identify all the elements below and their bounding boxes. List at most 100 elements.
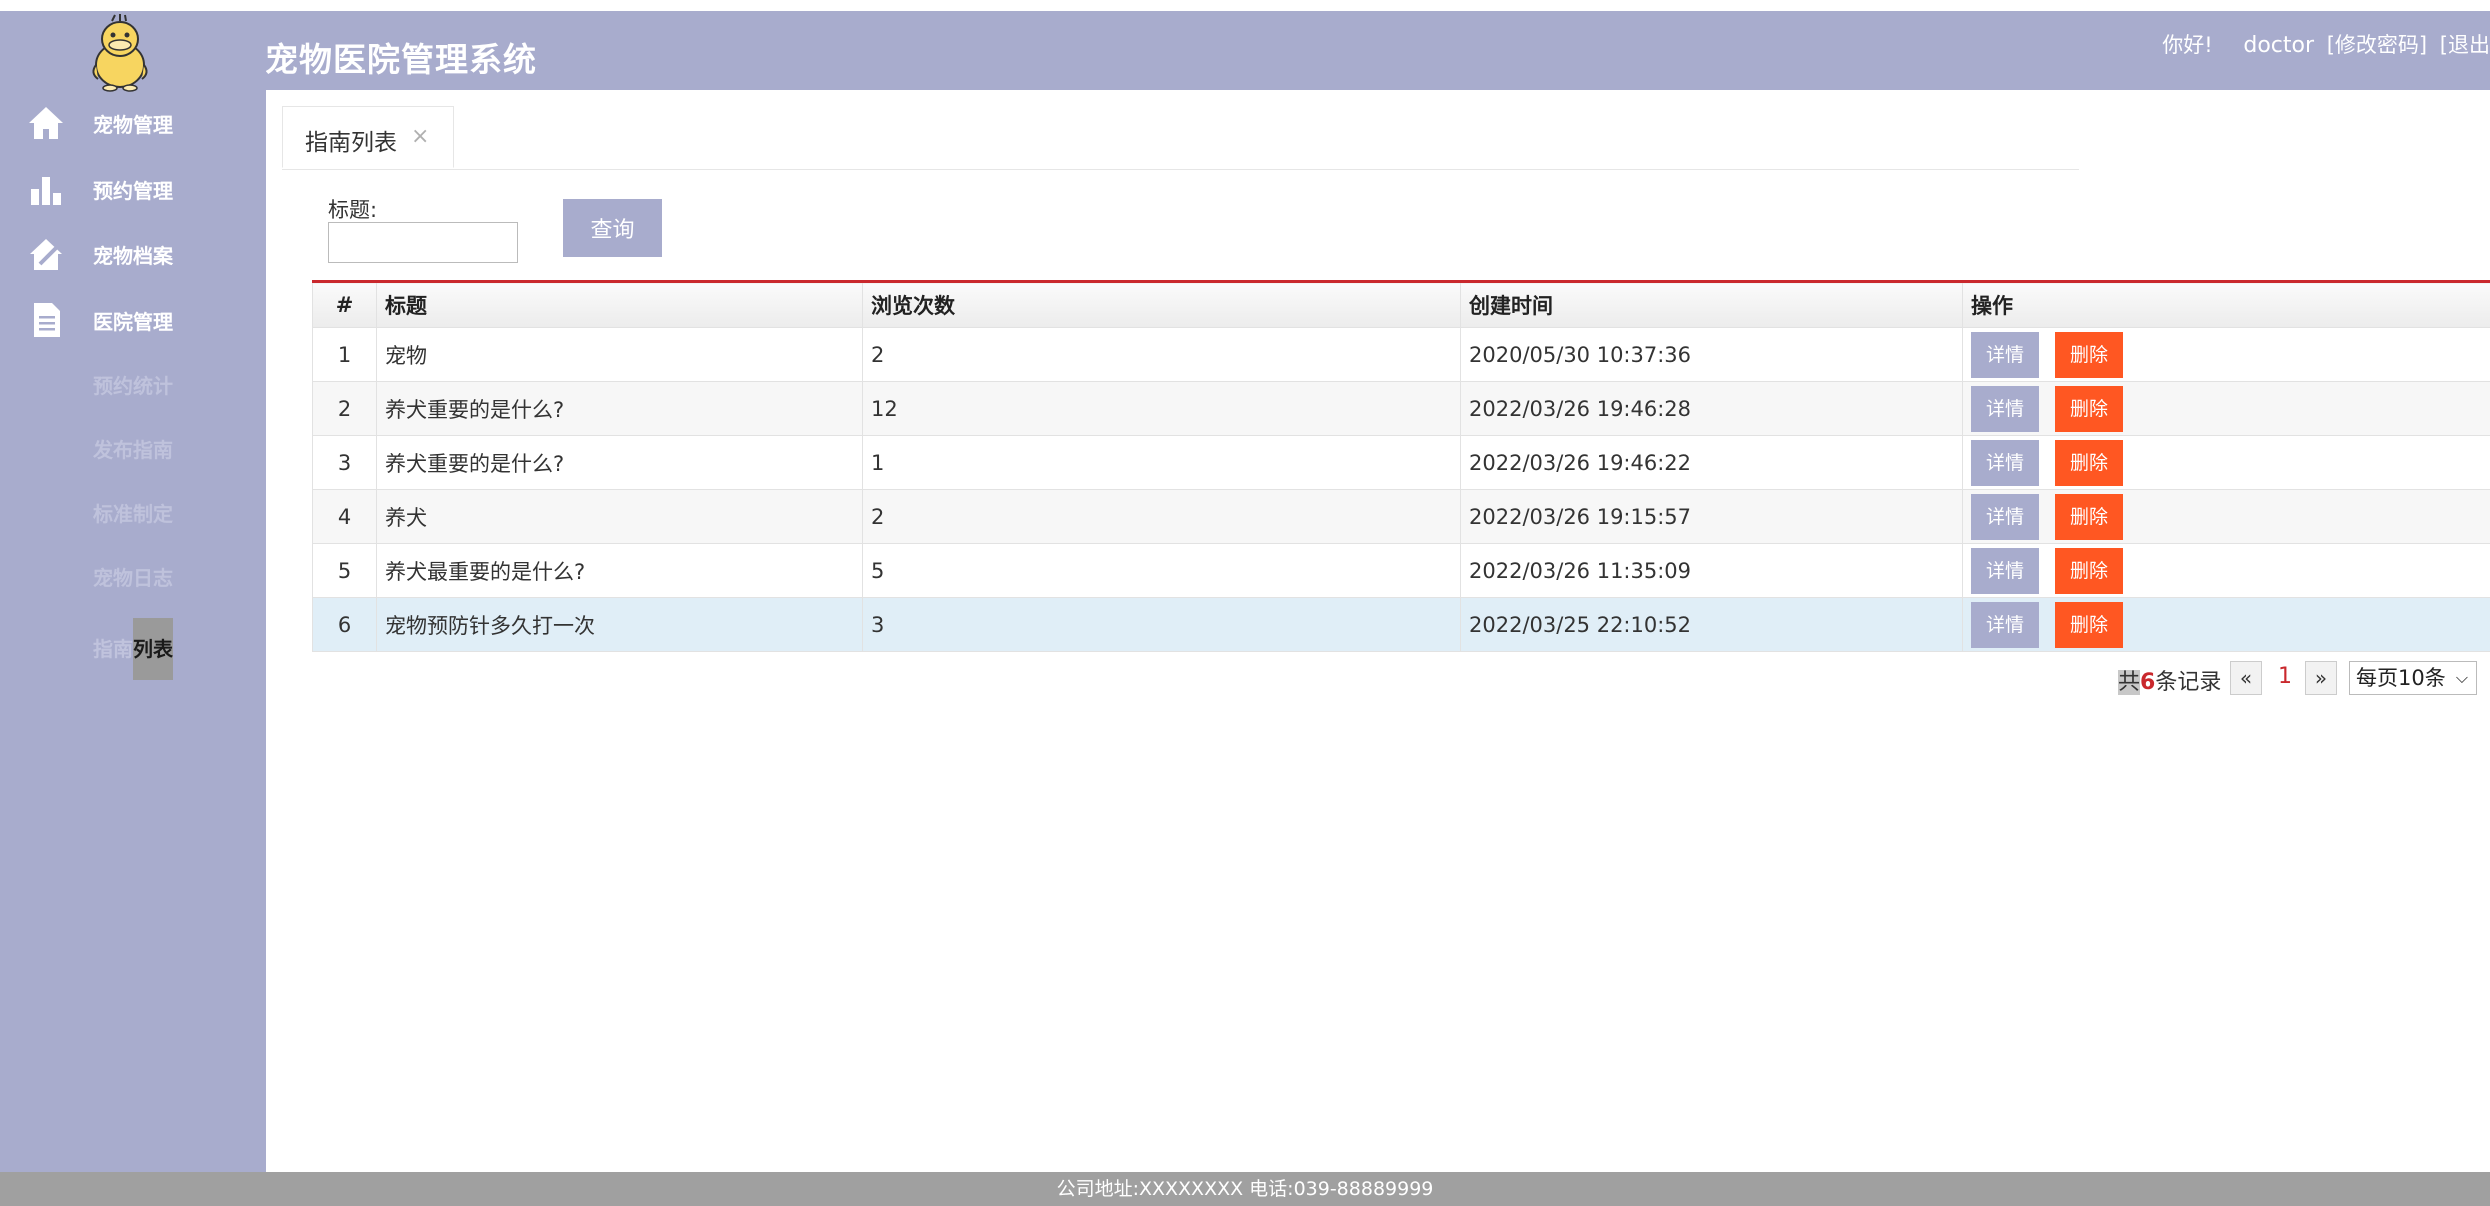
delete-button[interactable]: 删除: [2055, 385, 2123, 432]
detail-button[interactable]: 详情: [1971, 331, 2039, 378]
table-row[interactable]: 4 养犬 2 2022/03/26 19:15:57 详情 删除: [312, 489, 2490, 544]
pager-prefix: 共: [2118, 670, 2141, 695]
row-title: 养犬: [376, 489, 863, 544]
current-page[interactable]: 1: [2278, 664, 2292, 689]
pager-suffix: 条记录: [2155, 670, 2222, 695]
header: 宠物医院管理系统 你好! doctor [修改密码] [退出: [0, 11, 2490, 90]
row-title: 养犬重要的是什么?: [376, 381, 863, 436]
row-number: 5: [312, 543, 377, 598]
row-actions: 详情 删除: [1962, 543, 2490, 598]
document-icon: [34, 303, 60, 337]
row-created: 2022/03/25 22:10:52: [1460, 597, 1963, 652]
chevron-down-icon: ⌵: [2455, 668, 2468, 687]
change-password-link[interactable]: [修改密码]: [2327, 33, 2427, 57]
sidebar-item-pet-management[interactable]: 宠物管理: [0, 93, 266, 149]
next-page-button[interactable]: »: [2305, 661, 2337, 695]
row-number: 1: [312, 327, 377, 382]
sidebar-item-pet-records[interactable]: 宠物档案: [0, 224, 266, 280]
user-bar: 你好! doctor [修改密码] [退出: [2156, 29, 2490, 59]
logout-link[interactable]: [退出: [2440, 33, 2490, 57]
guide-table: # 标题 浏览次数 创建时间 操作 1 宠物 2 2020/05/30 10:3…: [312, 280, 2490, 652]
top-strip: [0, 0, 2490, 11]
sidebar-item-hospital-management[interactable]: 医院管理: [0, 290, 266, 346]
sidebar-subitem-highlight: 列表: [133, 618, 173, 680]
search-title-input[interactable]: [328, 222, 518, 263]
close-icon[interactable]: ×: [411, 124, 429, 149]
sidebar-item-appointment-management[interactable]: 预约管理: [0, 159, 266, 215]
row-title: 宠物预防针多久打一次: [376, 597, 863, 652]
row-created: 2020/05/30 10:37:36: [1460, 327, 1963, 382]
row-actions: 详情 删除: [1962, 489, 2490, 544]
greeting: 你好!: [2162, 33, 2213, 57]
duck-logo-icon: [92, 14, 148, 92]
table-row[interactable]: 2 养犬重要的是什么? 12 2022/03/26 19:46:28 详情 删除: [312, 381, 2490, 436]
table-row[interactable]: 3 养犬重要的是什么? 1 2022/03/26 19:46:22 详情 删除: [312, 435, 2490, 490]
row-actions: 详情 删除: [1962, 435, 2490, 490]
row-views: 2: [862, 489, 1461, 544]
row-views: 1: [862, 435, 1461, 490]
delete-button[interactable]: 删除: [2055, 493, 2123, 540]
username: doctor: [2243, 33, 2315, 58]
delete-button[interactable]: 删除: [2055, 601, 2123, 648]
sidebar-subitem-appointment-stats[interactable]: 预约统计: [93, 370, 173, 399]
sidebar-subitem-pet-log[interactable]: 宠物日志: [93, 562, 173, 591]
row-number: 4: [312, 489, 377, 544]
column-header: 标题: [376, 281, 863, 328]
detail-button[interactable]: 详情: [1971, 385, 2039, 432]
sidebar-item-label: 预约管理: [93, 179, 173, 203]
sidebar-subitem-guide-list[interactable]: 指南列表: [93, 618, 173, 680]
sidebar-subitem-publish-guide[interactable]: 发布指南: [93, 434, 173, 463]
detail-button[interactable]: 详情: [1971, 547, 2039, 594]
row-views: 3: [862, 597, 1461, 652]
pager-total: 共6条记录: [2118, 664, 2221, 696]
column-header: 浏览次数: [862, 281, 1461, 328]
row-created: 2022/03/26 11:35:09: [1460, 543, 1963, 598]
delete-button[interactable]: 删除: [2055, 439, 2123, 486]
detail-button[interactable]: 详情: [1971, 439, 2039, 486]
row-views: 2: [862, 327, 1461, 382]
pager-count: 6: [2140, 670, 2156, 695]
row-number: 3: [312, 435, 377, 490]
search-title-label: 标题:: [328, 198, 378, 222]
sidebar-item-label: 医院管理: [93, 310, 173, 334]
page-size-select[interactable]: 每页10条 ⌵: [2349, 661, 2477, 695]
delete-button[interactable]: 删除: [2055, 547, 2123, 594]
page-size-value: 每页10条: [2356, 666, 2446, 690]
home-icon: [29, 107, 63, 139]
detail-button[interactable]: 详情: [1971, 601, 2039, 648]
tab-guide-list[interactable]: 指南列表 ×: [282, 106, 454, 168]
prev-page-button[interactable]: «: [2230, 661, 2262, 695]
delete-button[interactable]: 删除: [2055, 331, 2123, 378]
bar-chart-icon: [31, 177, 61, 205]
footer: 公司地址:XXXXXXXX 电话:039-88889999: [0, 1172, 2490, 1206]
row-title: 养犬最重要的是什么?: [376, 543, 863, 598]
sidebar-item-label: 宠物档案: [93, 244, 173, 268]
sidebar: 宠物管理 预约管理 宠物档案 医院管理 预约统计 发布指南 标准制定 宠物日志 …: [0, 11, 266, 1172]
sidebar-subitem-standards[interactable]: 标准制定: [93, 498, 173, 527]
row-actions: 详情 删除: [1962, 327, 2490, 382]
row-number: 6: [312, 597, 377, 652]
table-row[interactable]: 1 宠物 2 2020/05/30 10:37:36 详情 删除: [312, 327, 2490, 382]
row-actions: 详情 删除: [1962, 597, 2490, 652]
row-created: 2022/03/26 19:46:28: [1460, 381, 1963, 436]
table-row[interactable]: 6 宠物预防针多久打一次 3 2022/03/25 22:10:52 详情 删除: [312, 597, 2490, 652]
column-header: 创建时间: [1460, 281, 1963, 328]
sidebar-item-label: 宠物管理: [93, 113, 173, 137]
row-number: 2: [312, 381, 377, 436]
detail-button[interactable]: 详情: [1971, 493, 2039, 540]
column-header: 操作: [1962, 281, 2490, 328]
table-header-row: # 标题 浏览次数 创建时间 操作: [312, 281, 2490, 328]
row-created: 2022/03/26 19:46:22: [1460, 435, 1963, 490]
tab-label: 指南列表: [305, 130, 397, 156]
pet-house-icon: [30, 239, 62, 270]
column-header: #: [312, 281, 377, 328]
row-title: 养犬重要的是什么?: [376, 435, 863, 490]
row-views: 12: [862, 381, 1461, 436]
row-actions: 详情 删除: [1962, 381, 2490, 436]
app-title: 宠物医院管理系统: [265, 40, 537, 79]
query-button[interactable]: 查询: [563, 199, 662, 257]
row-title: 宠物: [376, 327, 863, 382]
row-created: 2022/03/26 19:15:57: [1460, 489, 1963, 544]
table-row[interactable]: 5 养犬最重要的是什么? 5 2022/03/26 11:35:09 详情 删除: [312, 543, 2490, 598]
row-views: 5: [862, 543, 1461, 598]
